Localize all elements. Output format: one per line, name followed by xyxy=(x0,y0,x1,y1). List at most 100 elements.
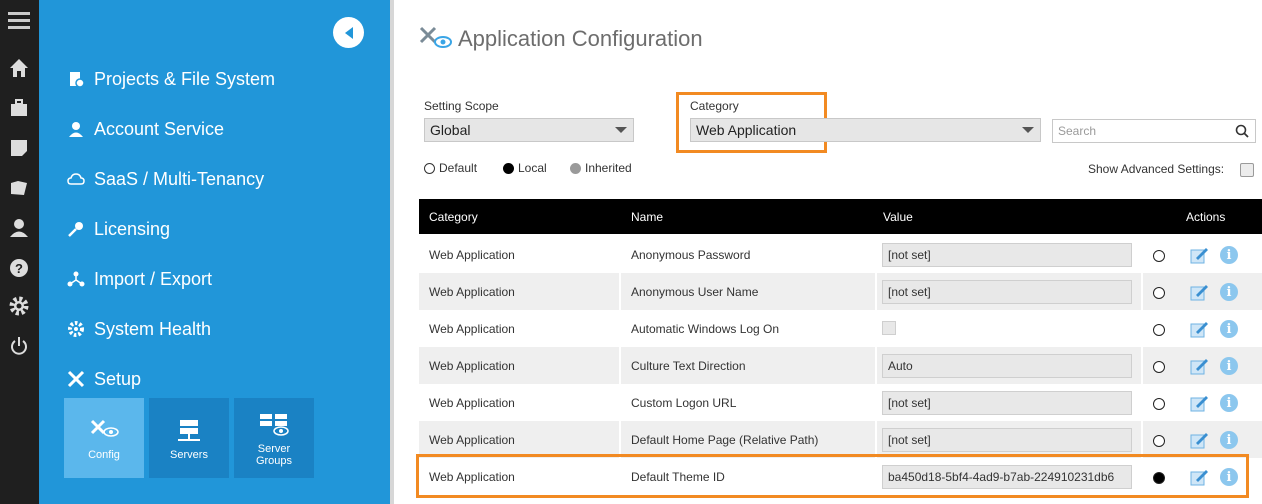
nav-item-setup[interactable]: Setup xyxy=(65,364,141,394)
cell-category: Web Application xyxy=(429,433,515,447)
nav-item-label: Account Service xyxy=(94,118,225,139)
setting-scope-label: Setting Scope xyxy=(424,99,499,113)
info-icon[interactable]: i xyxy=(1220,431,1238,449)
radio-default-label: Default xyxy=(439,161,478,175)
tile-label: Config xyxy=(88,449,120,461)
cell-value-field[interactable]: [not set] xyxy=(882,280,1132,304)
nav-item-import-export[interactable]: Import / Export xyxy=(65,264,212,294)
category-value: Web Application xyxy=(696,122,797,138)
nav-item-label: Projects & File System xyxy=(94,68,276,89)
cell-value: [not set] xyxy=(888,433,931,447)
briefcase-icon[interactable] xyxy=(7,96,31,120)
note-icon[interactable] xyxy=(7,136,31,160)
power-icon[interactable] xyxy=(7,334,31,358)
person-icon[interactable] xyxy=(7,216,31,240)
cell-value: Auto xyxy=(888,359,913,373)
edit-icon[interactable] xyxy=(1190,431,1209,449)
scope-radio[interactable] xyxy=(1153,324,1165,336)
radio-local[interactable]: Local xyxy=(503,160,547,176)
home-icon[interactable] xyxy=(7,56,31,80)
edit-icon[interactable] xyxy=(1190,357,1209,375)
scope-radio[interactable] xyxy=(1153,250,1165,262)
info-icon[interactable]: i xyxy=(1220,357,1238,375)
table-row[interactable]: Web Application Anonymous Password [not … xyxy=(419,236,1262,273)
column-header-name[interactable]: Name xyxy=(631,210,663,224)
edit-icon[interactable] xyxy=(1190,394,1209,412)
tile-config[interactable]: Config xyxy=(64,398,144,478)
category-select[interactable]: Web Application xyxy=(690,118,1041,142)
nav-item-licensing[interactable]: Licensing xyxy=(65,214,170,244)
cell-divider xyxy=(619,384,621,421)
settings-icon[interactable] xyxy=(7,294,31,318)
table-row[interactable]: Web Application Default Home Page (Relat… xyxy=(419,421,1262,458)
column-header-category[interactable]: Category xyxy=(429,210,478,224)
gear-icon xyxy=(65,318,87,340)
cell-divider xyxy=(1141,421,1143,458)
search-input[interactable]: Search xyxy=(1052,119,1256,143)
key-icon xyxy=(65,218,87,240)
cell-value-field[interactable]: Auto xyxy=(882,354,1132,378)
main-content: Application Configuration Setting Scope … xyxy=(394,0,1262,504)
nav-item-account-service[interactable]: Account Service xyxy=(65,114,224,144)
cell-value-field[interactable]: [not set] xyxy=(882,428,1132,452)
cell-divider xyxy=(619,347,621,384)
radio-inherited[interactable]: Inherited xyxy=(570,160,632,176)
collapse-panel-button[interactable] xyxy=(333,17,364,48)
cell-value-field[interactable]: [not set] xyxy=(882,243,1132,267)
info-icon[interactable]: i xyxy=(1220,394,1238,412)
edit-icon[interactable] xyxy=(1190,283,1209,301)
edit-icon[interactable] xyxy=(1190,320,1209,338)
table-row[interactable]: Web Application Anonymous User Name [not… xyxy=(419,273,1262,310)
chevron-left-icon xyxy=(344,26,353,39)
scope-radio[interactable] xyxy=(1153,398,1165,410)
nav-item-saas[interactable]: SaaS / Multi-Tenancy xyxy=(65,164,264,194)
cell-value-checkbox[interactable] xyxy=(882,321,896,335)
info-icon[interactable]: i xyxy=(1220,246,1238,264)
edit-icon[interactable] xyxy=(1190,246,1209,264)
advanced-settings-checkbox[interactable] xyxy=(1240,163,1254,177)
table-row[interactable]: Web Application Automatic Windows Log On… xyxy=(419,310,1262,347)
cell-value: [not set] xyxy=(888,248,931,262)
nav-item-label: Import / Export xyxy=(94,268,213,289)
nav-item-projects[interactable]: Projects & File System xyxy=(65,64,275,94)
setting-scope-select[interactable]: Global xyxy=(424,118,634,142)
cell-value-field[interactable]: [not set] xyxy=(882,391,1132,415)
scope-radio[interactable] xyxy=(1153,361,1165,373)
cell-divider xyxy=(875,384,877,421)
config-icon xyxy=(86,415,122,445)
cell-divider xyxy=(619,236,621,273)
column-header-value[interactable]: Value xyxy=(883,210,913,224)
scope-radio[interactable] xyxy=(1153,435,1165,447)
chevron-down-icon xyxy=(615,127,627,133)
info-icon[interactable]: i xyxy=(1220,320,1238,338)
tile-servers[interactable]: Servers xyxy=(149,398,229,478)
tile-server-groups[interactable]: Server Groups xyxy=(234,398,314,478)
cell-category: Web Application xyxy=(429,359,515,373)
folder-icon[interactable] xyxy=(7,176,31,200)
search-placeholder: Search xyxy=(1058,124,1097,138)
table-header: Category Name Value Actions xyxy=(419,199,1262,234)
radio-default-dot xyxy=(424,162,435,174)
help-icon[interactable]: ? xyxy=(7,256,31,280)
cell-category: Web Application xyxy=(429,322,515,336)
category-label: Category xyxy=(690,99,739,113)
table-row[interactable]: Web Application Culture Text Direction A… xyxy=(419,347,1262,384)
icon-rail: ? xyxy=(0,0,39,504)
menu-icon[interactable] xyxy=(7,8,31,32)
radio-default[interactable]: Default xyxy=(424,160,477,176)
chevron-down-icon xyxy=(1022,127,1034,133)
cell-category: Web Application xyxy=(429,396,515,410)
cell-name: Anonymous Password xyxy=(631,248,751,262)
info-icon[interactable]: i xyxy=(1220,283,1238,301)
cell-name: Default Home Page (Relative Path) xyxy=(631,433,819,447)
scope-radio[interactable] xyxy=(1153,287,1165,299)
nav-item-system-health[interactable]: System Health xyxy=(65,314,211,344)
servers-icon xyxy=(171,415,207,445)
table-row[interactable]: Web Application Custom Logon URL [not se… xyxy=(419,384,1262,421)
cell-name: Custom Logon URL xyxy=(631,396,737,410)
svg-text:?: ? xyxy=(15,261,23,276)
search-icon[interactable] xyxy=(1235,124,1249,138)
tools-icon xyxy=(65,368,87,390)
cell-divider xyxy=(619,421,621,458)
radio-local-label: Local xyxy=(518,161,547,175)
